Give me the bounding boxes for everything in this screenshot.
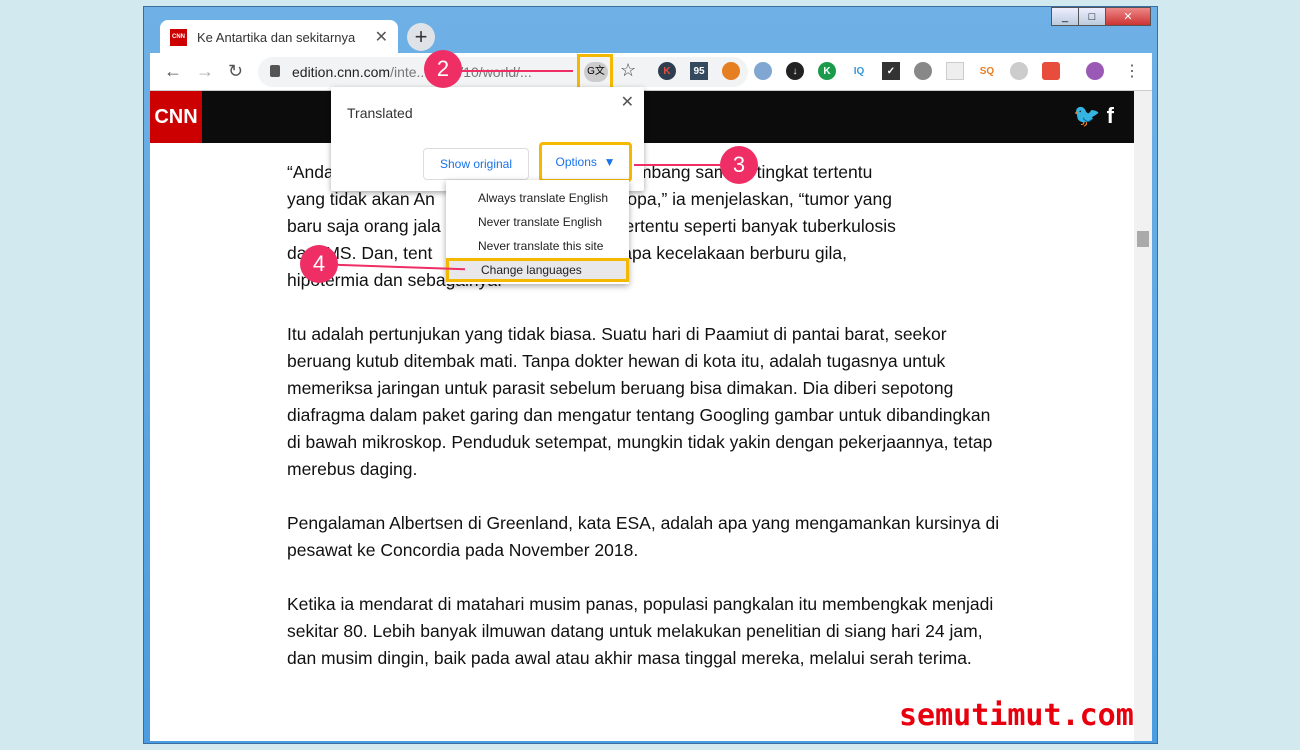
menu-item-change-languages[interactable]: Change languages (446, 258, 629, 282)
maximize-button[interactable]: □ (1078, 7, 1106, 26)
close-tab-icon[interactable]: ✕ (375, 27, 388, 47)
extension-robot-icon[interactable] (722, 62, 740, 80)
facebook-icon[interactable]: f (1107, 103, 1114, 128)
twitter-icon[interactable]: 🐦 (1073, 103, 1100, 128)
back-icon[interactable]: ← (164, 61, 182, 82)
translate-icon: G文 (584, 62, 608, 82)
options-menu: Always translate English Never translate… (446, 180, 629, 284)
extension-link-icon[interactable] (754, 62, 772, 80)
scrollbar[interactable] (1134, 91, 1152, 741)
extension-check-icon[interactable]: ✓ (882, 62, 900, 80)
minimize-button[interactable]: _ (1051, 7, 1079, 26)
extension-k-green-icon[interactable]: K (818, 62, 836, 80)
url-host: edition.cnn.com (292, 64, 391, 80)
close-popup-icon[interactable]: ✕ (621, 92, 634, 112)
article-body: “Anda n berkembang sampai tingkat terten… (287, 159, 1007, 699)
annotation-arrow (455, 70, 573, 72)
extension-download-icon[interactable]: ↓ (786, 62, 804, 80)
menu-item-never-translate-site[interactable]: Never translate this site (446, 234, 629, 258)
cnn-favicon: CNN (170, 28, 187, 46)
watermark: semutimut.com (899, 698, 1134, 733)
forward-icon[interactable]: → (196, 61, 214, 82)
paragraph-4: Ketika ia mendarat di matahari musim pan… (287, 594, 994, 668)
window-controls: _ □ ✕ (1051, 7, 1151, 26)
paragraph-3: Pengalaman Albertsen di Greenland, kata … (287, 513, 1000, 560)
scrollbar-thumb[interactable] (1137, 231, 1149, 247)
menu-item-always-translate[interactable]: Always translate English (446, 186, 629, 210)
toolbar: ← → ↻ edition.cnn.com/inte...2019/10/wor… (150, 53, 1152, 91)
extension-s-icon[interactable] (1010, 62, 1028, 80)
show-original-button[interactable]: Show original (423, 148, 529, 180)
browser-window: _ □ ✕ CNN Ke Antartika dan sekitarnya ✕ … (143, 6, 1158, 744)
cnn-logo[interactable]: CNN (150, 91, 202, 143)
extension-head-icon[interactable] (914, 62, 932, 80)
extension-chain-icon[interactable] (1042, 62, 1060, 80)
popup-title: Translated (347, 105, 413, 121)
profile-avatar[interactable] (1086, 62, 1104, 80)
paragraph-2: Itu adalah pertunjukan yang tidak biasa.… (287, 324, 993, 479)
extension-k-icon[interactable]: K (658, 62, 676, 80)
step-badge-4: 4 (300, 245, 338, 283)
translate-popup: Translated ✕ Show original Options ▼ (331, 87, 644, 191)
dropdown-arrow-icon: ▼ (603, 155, 616, 169)
lock-icon (270, 65, 280, 77)
options-button[interactable]: Options ▼ (539, 142, 632, 182)
new-tab-button[interactable]: + (407, 23, 435, 51)
menu-kebab-icon[interactable]: ⋮ (1124, 61, 1140, 81)
step-badge-2: 2 (424, 50, 462, 88)
close-window-button[interactable]: ✕ (1105, 7, 1151, 26)
step-badge-3: 3 (720, 146, 758, 184)
reload-icon[interactable]: ↻ (228, 61, 243, 82)
tab-title: Ke Antartika dan sekitarnya (197, 29, 356, 45)
menu-item-never-translate-language[interactable]: Never translate English (446, 210, 629, 234)
extension-95-icon[interactable]: 95 (690, 62, 708, 80)
translate-button[interactable]: G文 (577, 54, 613, 90)
extension-sq-icon[interactable]: SQ (978, 62, 996, 80)
bookmark-star-icon[interactable]: ☆ (620, 60, 636, 81)
extension-note-icon[interactable] (946, 62, 964, 80)
tab-active[interactable]: CNN Ke Antartika dan sekitarnya ✕ (160, 20, 398, 54)
annotation-arrow (634, 164, 724, 166)
extension-iq-icon[interactable]: IQ (850, 62, 868, 80)
